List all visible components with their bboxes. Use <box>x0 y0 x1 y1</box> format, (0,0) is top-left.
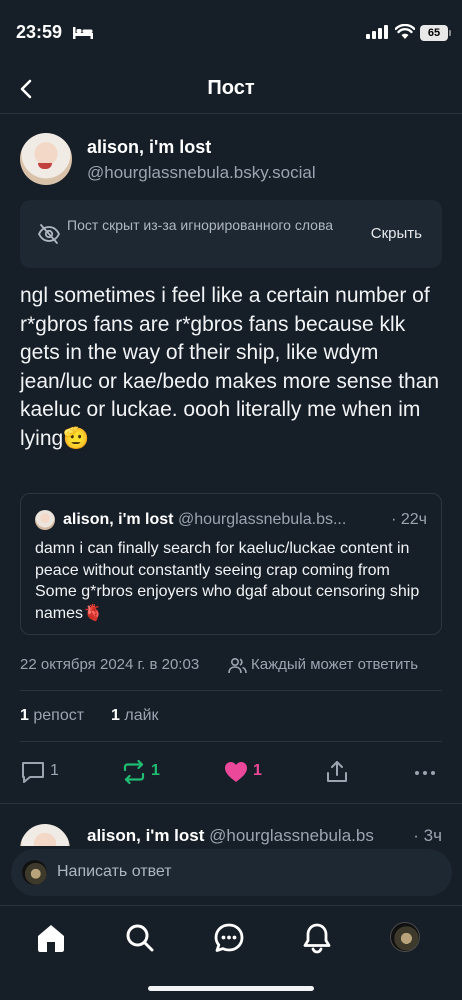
like-button[interactable]: 1 <box>223 757 273 787</box>
wifi-icon <box>395 24 415 39</box>
more-icon[interactable] <box>412 757 438 787</box>
author-avatar[interactable] <box>20 133 72 185</box>
share-icon[interactable] <box>324 757 350 787</box>
quote-author-name: alison, i'm lost <box>63 511 174 528</box>
tab-bar <box>0 905 462 1000</box>
post-text: ngl sometimes i feel like a certain numb… <box>20 284 440 450</box>
status-bar: 23:59 65 <box>0 0 462 64</box>
quote-avatar <box>35 510 55 530</box>
profile-avatar <box>390 922 420 952</box>
battery-indicator: 65 <box>420 25 451 41</box>
chat-icon[interactable] <box>213 922 245 954</box>
repost-stat[interactable]: 1 репост <box>20 707 84 725</box>
bed-icon <box>73 27 93 39</box>
repost-button[interactable]: 1 <box>121 757 171 787</box>
quote-text: damn i can finally search for kaeluc/luc… <box>35 540 420 622</box>
hide-button[interactable]: Скрыть <box>371 225 422 242</box>
heart-icon <box>225 762 247 782</box>
bell-icon[interactable] <box>301 922 333 954</box>
user-avatar <box>22 860 47 885</box>
divider <box>20 741 442 742</box>
reply-permission-label: Каждый может ответить <box>251 656 419 673</box>
author-handle[interactable]: @hourglassnebula.bsky.social <box>87 163 316 183</box>
reply-button[interactable]: 1 <box>20 757 70 787</box>
home-icon[interactable] <box>35 922 67 954</box>
next-post-avatar <box>20 824 70 846</box>
repost-count: 1 <box>151 762 160 779</box>
thread-divider <box>0 803 462 804</box>
post-date: 22 октября 2024 г. в 20:03 <box>20 656 200 673</box>
quote-header: alison, i'm lost @hourglassnebula.bs... <box>63 511 435 529</box>
home-indicator <box>148 986 314 991</box>
author-name[interactable]: alison, i'm lost <box>87 137 211 158</box>
reply-icon <box>22 762 44 783</box>
like-count: 1 <box>253 762 262 779</box>
next-post-header: alison, i'm lost @hourglassnebula.bs <box>87 826 387 846</box>
header: Пост <box>0 64 462 114</box>
reply-placeholder: Написать ответ <box>57 863 172 880</box>
like-stat[interactable]: 1 лайк <box>111 707 159 725</box>
next-post[interactable]: alison, i'm lost @hourglassnebula.bs · 3… <box>0 818 462 846</box>
quoted-post[interactable]: alison, i'm lost @hourglassnebula.bs... … <box>20 493 442 635</box>
post-actions: 1 1 1 <box>0 757 462 787</box>
reply-count: 1 <box>50 762 59 779</box>
profile-tab[interactable] <box>390 922 422 954</box>
page-title: Пост <box>207 77 255 99</box>
repost-icon <box>123 759 145 785</box>
divider <box>20 690 442 691</box>
eye-off-icon <box>37 224 61 244</box>
muted-word-notice: Пост скрыт из-за игнорированного слова С… <box>20 200 442 268</box>
post-meta: 22 октября 2024 г. в 20:03 Каждый может … <box>20 656 442 676</box>
people-icon <box>228 657 247 674</box>
next-post-author-name: alison, i'm lost <box>87 826 205 845</box>
search-icon[interactable] <box>124 922 156 954</box>
quote-time: · 22ч <box>385 511 427 529</box>
quote-author-handle: @hourglassnebula.bs... <box>177 511 347 528</box>
next-post-time: · 3ч <box>413 826 442 845</box>
muted-word-text: Пост скрыт из-за игнорированного слова <box>67 217 334 233</box>
reply-input[interactable]: Написать ответ <box>11 849 452 896</box>
status-time: 23:59 <box>16 22 63 42</box>
signal-icon <box>366 25 388 39</box>
next-post-author-handle: @hourglassnebula.bs <box>209 826 374 845</box>
